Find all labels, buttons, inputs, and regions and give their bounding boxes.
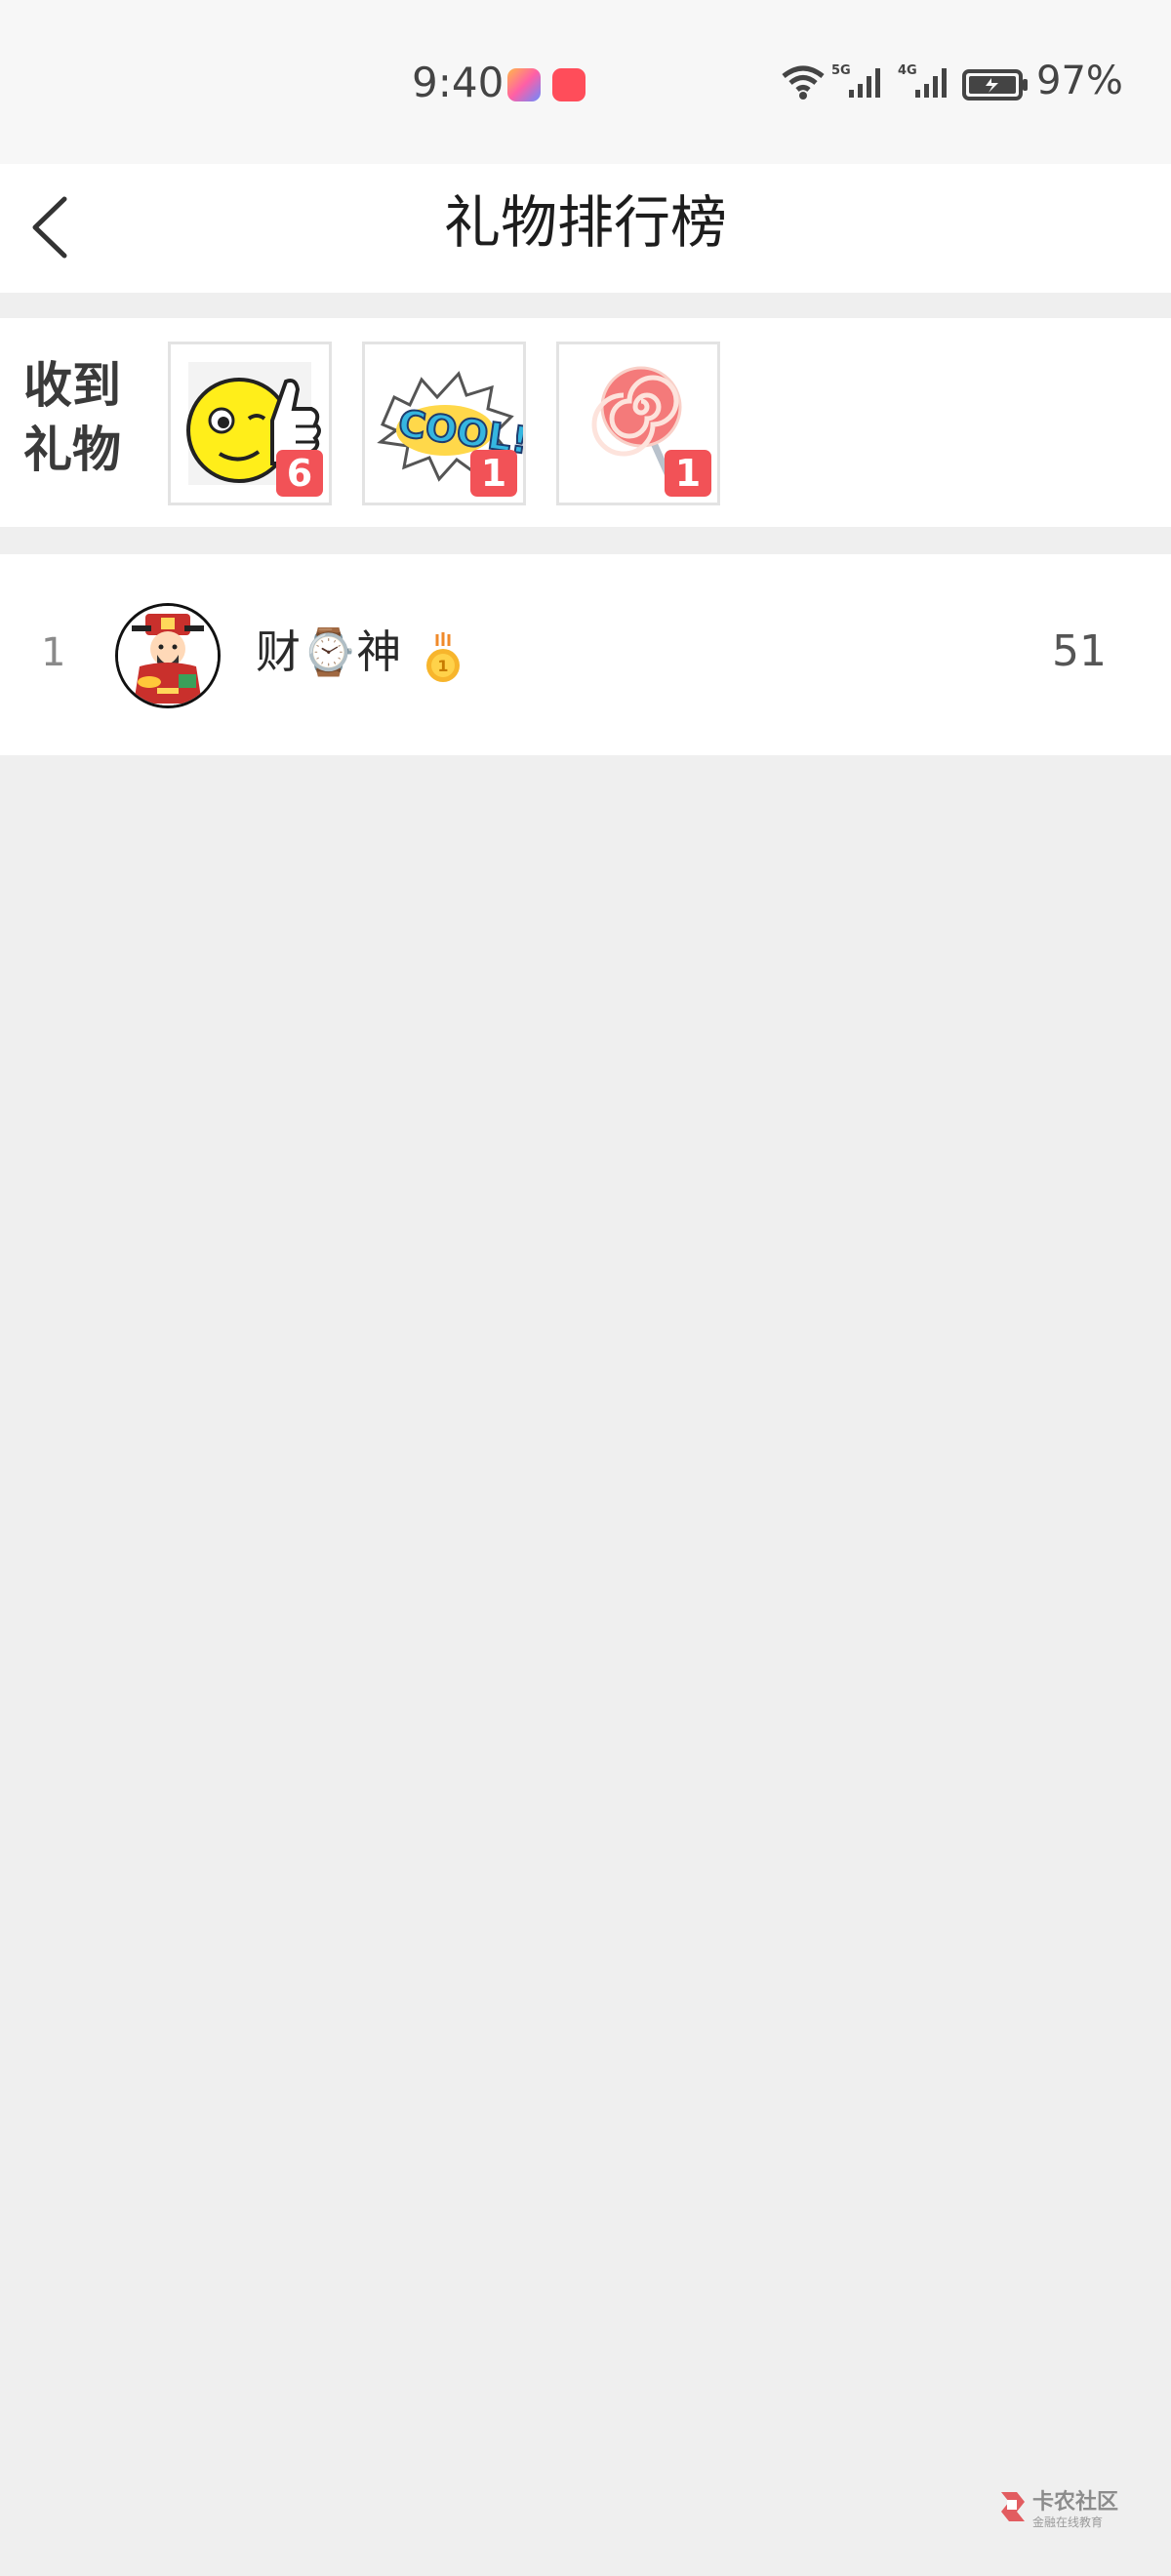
gift-tile-thumbs-up[interactable]: 6 <box>168 342 332 505</box>
user-name: 财⌚神 <box>256 625 402 678</box>
gift-count-badge: 1 <box>470 450 517 497</box>
gift-count-badge: 6 <box>276 450 323 497</box>
signal-4g-label: 4G <box>898 63 917 78</box>
watermark-subtitle: 金融在线教育 <box>1032 2516 1104 2529</box>
signal-5g-icon: 5G <box>831 63 880 98</box>
gift-count-badge: 1 <box>665 450 711 497</box>
battery-icon <box>962 69 1028 101</box>
title-bar: 礼物排行榜 <box>0 164 1171 293</box>
signal-5g-label: 5G <box>831 63 851 78</box>
rank-number: 1 <box>41 630 66 675</box>
gift-tile-lollipop[interactable]: 1 <box>556 342 720 505</box>
gold-medal-icon: 1 <box>426 632 460 682</box>
god-of-wealth-avatar-icon <box>118 606 218 705</box>
watermark-title: 卡农社区 <box>1032 2490 1119 2515</box>
status-time: 9:40 <box>412 59 505 106</box>
wifi-icon <box>782 65 825 100</box>
page-title: 礼物排行榜 <box>443 189 727 256</box>
status-indicators: 5G 4G 97% <box>781 59 1123 107</box>
ranking-list: 1 财⌚神 1 51 <box>0 554 1171 755</box>
battery-percent: 97% <box>1036 59 1123 103</box>
app-notification-icon <box>507 68 541 101</box>
signal-4g-icon: 4G <box>898 63 947 98</box>
avatar[interactable] <box>115 603 221 708</box>
watermark: 卡农社区 金融在线教育 <box>995 2484 1151 2533</box>
received-gifts-label: 收到礼物 <box>23 357 121 478</box>
huawei-notification-icon <box>552 68 586 101</box>
ranking-row[interactable]: 1 财⌚神 1 51 <box>0 554 1171 755</box>
gift-tile-cool[interactable]: COOL! 1 <box>362 342 526 505</box>
medal-rank-label: 1 <box>437 657 448 675</box>
received-gifts-section: 收到礼物 6 COOL! 1 1 <box>0 318 1171 527</box>
kanong-logo-icon <box>1001 2492 1025 2521</box>
status-bar: 9:40 5G 4G 97% <box>0 0 1171 164</box>
gift-score: 51 <box>1052 626 1107 676</box>
